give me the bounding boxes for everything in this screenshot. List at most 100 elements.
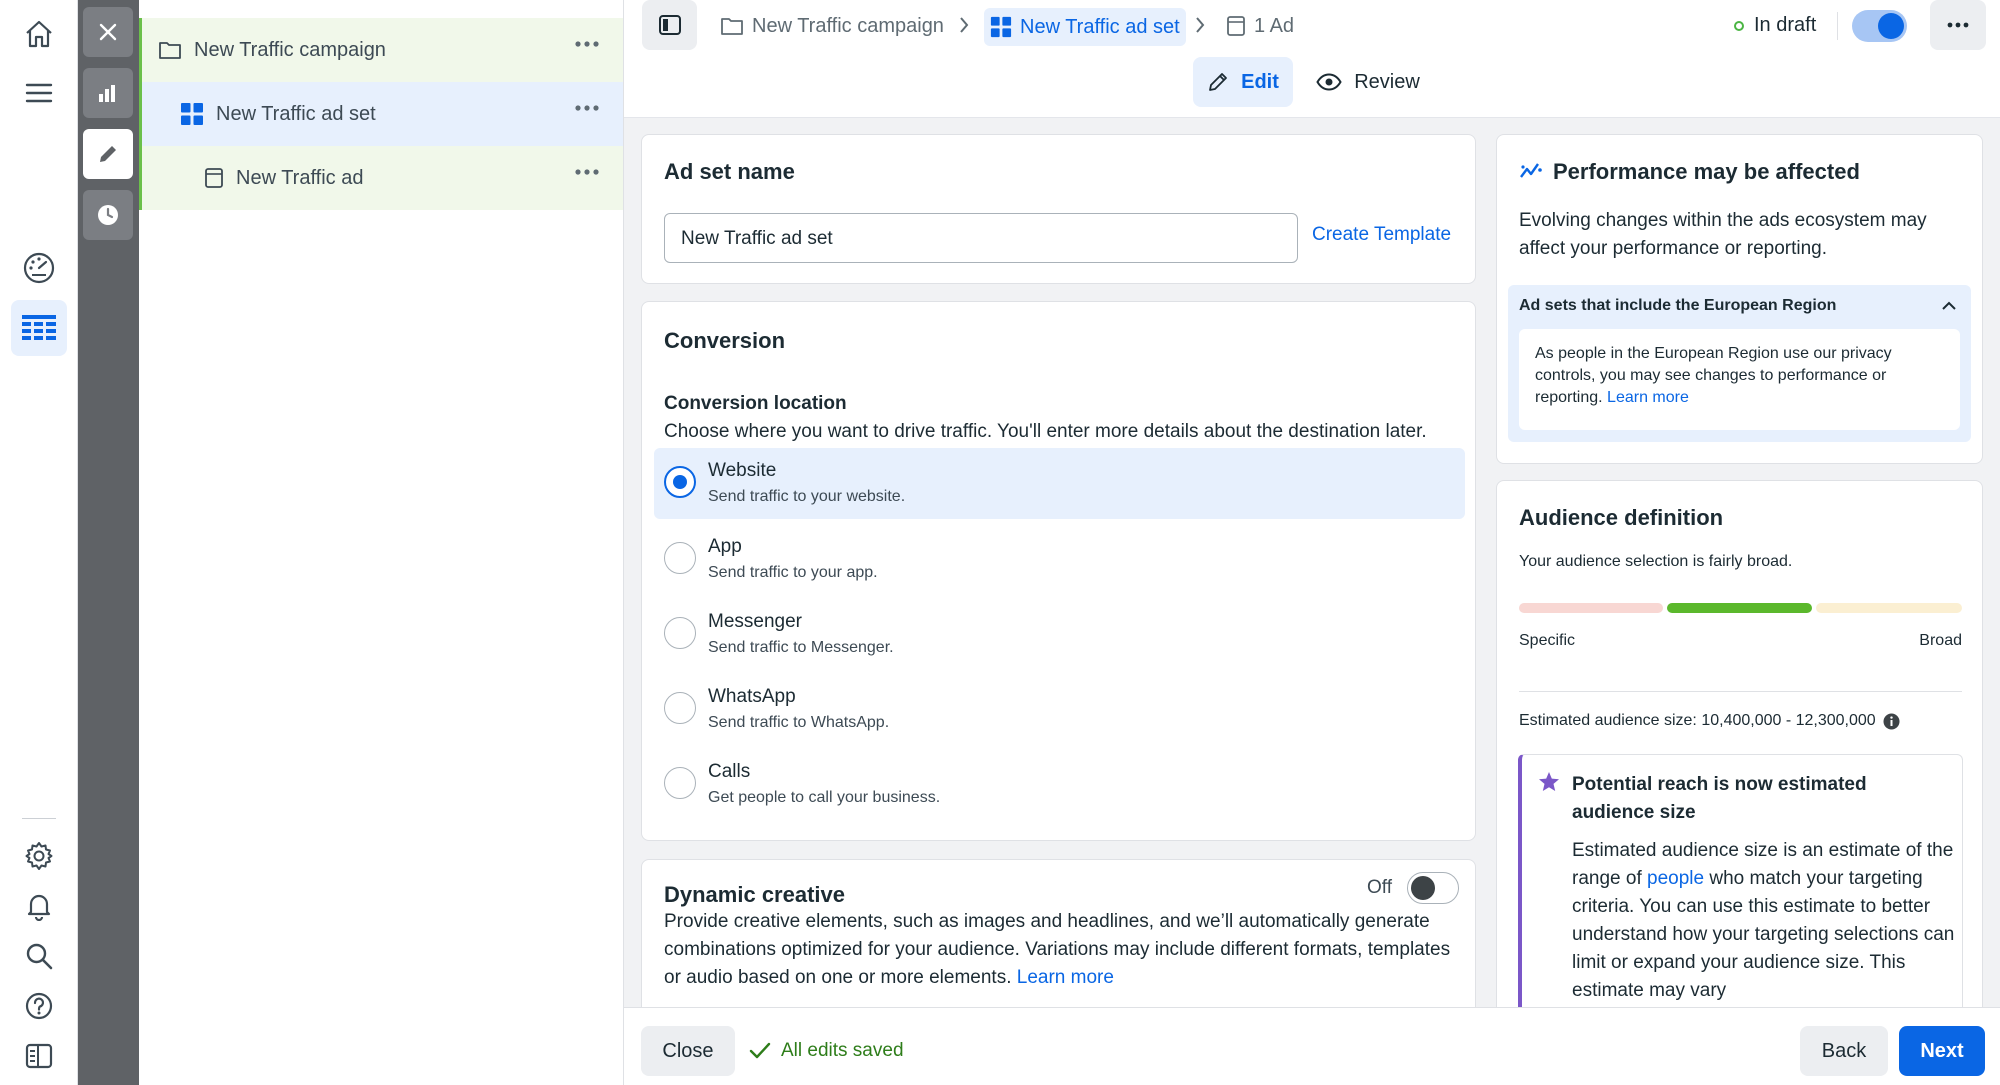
dynamic-creative-learn-more-link[interactable]: Learn more (1017, 967, 1114, 988)
back-button[interactable]: Back (1800, 1026, 1888, 1076)
option-title: Calls (708, 761, 751, 782)
tab-review[interactable]: Review (1308, 57, 1428, 107)
close-editor-button[interactable] (83, 7, 133, 57)
option-whatsapp[interactable]: WhatsApp Send traffic to WhatsApp. (654, 674, 1465, 745)
tree-item-ad[interactable]: New Traffic ad (139, 146, 623, 210)
performance-heading: Performance may be affected (1553, 159, 1860, 184)
dynamic-creative-toggle[interactable] (1407, 872, 1459, 904)
breadcrumb-adset[interactable]: New Traffic ad set (984, 8, 1186, 46)
help-icon (25, 992, 53, 1020)
eye-icon (1316, 73, 1342, 91)
option-subtitle: Send traffic to Messenger. (708, 639, 894, 656)
breadcrumb-label: New Traffic campaign (752, 14, 944, 37)
edit-tool-button[interactable] (83, 129, 133, 179)
info-icon[interactable] (1883, 713, 1900, 730)
conversion-location-desc: Choose where you want to drive traffic. … (664, 421, 1427, 442)
option-title: WhatsApp (708, 686, 796, 707)
pencil-icon (1209, 73, 1228, 91)
ads-manager-nav-button[interactable] (11, 300, 67, 356)
adset-name-heading: Ad set name (664, 159, 795, 184)
more-icon[interactable] (575, 40, 599, 48)
table-icon (22, 315, 56, 340)
tree-item-adset[interactable]: New Traffic ad set (139, 82, 623, 146)
calls-radio[interactable] (664, 767, 696, 799)
messenger-radio[interactable] (664, 617, 696, 649)
app-radio[interactable] (664, 542, 696, 574)
reach-heading: Potential reach is now estimated audienc… (1572, 774, 1867, 823)
audience-breadth-meter (1519, 603, 1962, 613)
search-button[interactable] (11, 928, 67, 984)
option-website[interactable]: Website Send traffic to your website. (654, 448, 1465, 519)
charts-tool-button[interactable] (83, 68, 133, 118)
website-radio[interactable] (664, 466, 696, 498)
chevron-up-icon[interactable] (1941, 301, 1957, 311)
save-status: All edits saved (749, 1040, 904, 1062)
tab-edit[interactable]: Edit (1193, 57, 1293, 107)
meter-mid-segment (1667, 603, 1812, 613)
campaign-on-toggle[interactable] (1852, 10, 1907, 42)
hamburger-icon (25, 83, 53, 103)
next-button[interactable]: Next (1899, 1026, 1985, 1076)
option-calls[interactable]: Calls Get people to call your business. (654, 749, 1465, 820)
option-app[interactable]: App Send traffic to your app. (654, 524, 1465, 595)
dynamic-creative-state: Off (1367, 877, 1392, 898)
toggle-tree-button[interactable] (642, 0, 697, 50)
option-subtitle: Send traffic to your app. (708, 564, 878, 581)
toggle-knob (1878, 13, 1904, 39)
tree-item-label: New Traffic campaign (194, 38, 386, 61)
history-tool-button[interactable] (83, 190, 133, 240)
audience-size-row: Estimated audience size: 10,400,000 - 12… (1519, 712, 1900, 730)
settings-button[interactable] (11, 828, 67, 884)
region-learn-more-link[interactable]: Learn more (1607, 389, 1689, 406)
nav-divider (22, 818, 56, 819)
trend-icon (1520, 163, 1542, 178)
breadcrumb-ad[interactable]: 1 Ad (1226, 8, 1294, 44)
option-subtitle: Send traffic to WhatsApp. (708, 714, 890, 731)
performance-nav-button[interactable] (11, 240, 67, 296)
more-icon[interactable] (575, 104, 599, 112)
option-title: Messenger (708, 611, 802, 632)
adset-name-card: Ad set name New Traffic ad set Create Te… (641, 134, 1476, 284)
clock-icon (98, 205, 118, 225)
ad-page-icon (1227, 16, 1245, 36)
breadcrumb-label: New Traffic ad set (1020, 15, 1180, 38)
region-notice: Ad sets that include the European Region… (1508, 285, 1971, 442)
reach-people-link[interactable]: people (1647, 868, 1704, 889)
breadcrumb-campaign[interactable]: New Traffic campaign (720, 8, 944, 44)
header-divider (1837, 12, 1838, 40)
home-button[interactable] (11, 6, 67, 62)
whatsapp-radio[interactable] (664, 692, 696, 724)
meter-broad-segment (1816, 603, 1962, 613)
tree-item-campaign[interactable]: New Traffic campaign (139, 18, 623, 82)
region-heading: Ad sets that include the European Region (1519, 297, 1837, 314)
adset-name-input[interactable]: New Traffic ad set (664, 213, 1298, 263)
home-icon (26, 20, 52, 48)
option-messenger[interactable]: Messenger Send traffic to Messenger. (654, 599, 1465, 670)
more-icon[interactable] (575, 168, 599, 176)
reach-text: Estimated audience size is an estimate o… (1572, 837, 1957, 1005)
side-panel-icon (25, 1043, 53, 1069)
audience-divider (1519, 691, 1962, 692)
meter-specific-segment (1519, 603, 1663, 613)
meter-specific-label: Specific (1519, 632, 1576, 649)
notifications-button[interactable] (11, 878, 67, 934)
region-text-box: As people in the European Region use our… (1519, 329, 1960, 430)
help-button[interactable] (11, 978, 67, 1034)
editor-tool-rail (78, 0, 139, 1085)
menu-button[interactable] (11, 65, 67, 121)
adset-grid-icon (990, 16, 1012, 38)
audience-card: Audience definition Your audience select… (1496, 480, 1983, 1040)
audience-summary: Your audience selection is fairly broad. (1519, 553, 1793, 570)
conversion-heading: Conversion (664, 328, 786, 353)
adset-grid-icon (181, 103, 203, 125)
folder-icon (159, 42, 181, 59)
more-options-button[interactable] (1930, 0, 1986, 50)
create-template-link[interactable]: Create Template (1312, 224, 1451, 246)
performance-desc: Evolving changes within the ads ecosyste… (1519, 210, 1927, 259)
star-icon (1539, 772, 1559, 791)
conversion-card: Conversion Conversion location Choose wh… (641, 301, 1476, 841)
close-button[interactable]: Close (641, 1026, 735, 1076)
tree-item-label: New Traffic ad (236, 166, 364, 189)
panel-toggle-button[interactable] (11, 1028, 67, 1084)
close-icon (99, 23, 117, 41)
